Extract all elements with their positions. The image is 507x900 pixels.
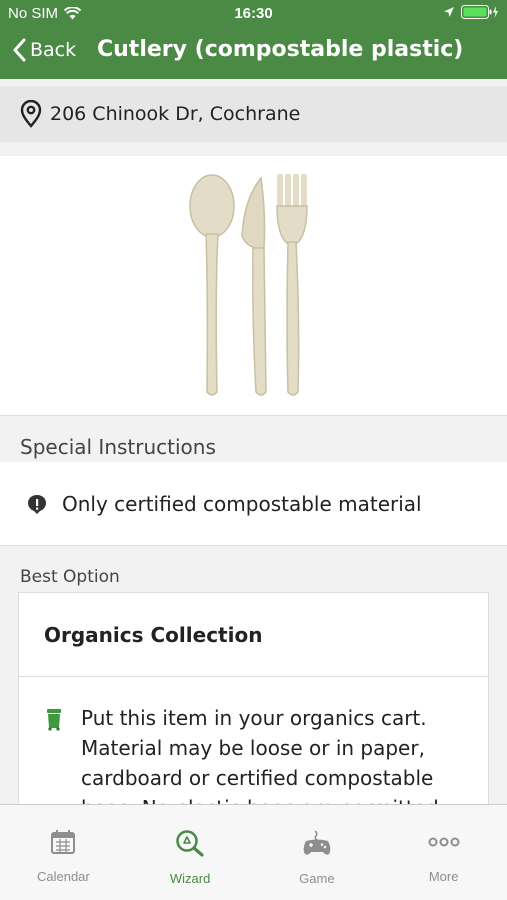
wizard-icon (176, 830, 204, 857)
tab-calendar[interactable]: Calendar (0, 805, 127, 900)
description-line: Put this item in your organics cart. (81, 706, 427, 730)
special-instructions-heading: Special Instructions (20, 435, 216, 459)
location-arrow-icon (444, 7, 454, 17)
more-icon (428, 837, 460, 847)
status-right (443, 5, 499, 19)
description-line: Material may be loose or in paper, (81, 736, 425, 760)
organics-cart-icon (47, 709, 61, 731)
item-image-area (0, 156, 507, 416)
tab-game[interactable]: Game (254, 805, 381, 900)
address-bar[interactable]: 206 Chinook Dr, Cochrane (0, 86, 507, 142)
back-button[interactable]: Back (12, 38, 76, 62)
status-bar: No SIM 16:30 (0, 0, 507, 26)
page-title: Cutlery (compostable plastic) (97, 37, 464, 62)
back-label: Back (30, 39, 77, 61)
option-description: Put this item in your organics cart. Mat… (19, 677, 488, 823)
location-pin-icon (20, 100, 42, 128)
address-text: 206 Chinook Dr, Cochrane (50, 103, 301, 125)
tab-label: Game (299, 871, 335, 886)
tab-more[interactable]: More (380, 805, 507, 900)
special-instruction-item: Only certified compostable material (0, 462, 507, 546)
alert-icon (28, 494, 46, 514)
battery-icon (461, 5, 498, 19)
tab-bar: Calendar Wizard Game More (0, 804, 507, 900)
tab-label: Wizard (169, 871, 211, 886)
status-time: 16:30 (234, 5, 273, 22)
chevron-left-icon (13, 38, 26, 62)
special-instruction-text: Only certified compostable material (62, 491, 422, 516)
navigation-bar: Back Cutlery (compostable plastic) (0, 26, 507, 79)
tab-label: Calendar (36, 869, 90, 884)
best-option-heading: Best Option (20, 567, 120, 587)
tab-label: More (428, 869, 459, 884)
gamepad-icon (303, 830, 331, 855)
description-line: cardboard or certified compostable (81, 766, 434, 790)
tab-wizard[interactable]: Wizard (127, 805, 254, 900)
cutlery-image (189, 174, 308, 396)
calendar-icon (51, 830, 76, 854)
option-title: Organics Collection (19, 593, 488, 677)
